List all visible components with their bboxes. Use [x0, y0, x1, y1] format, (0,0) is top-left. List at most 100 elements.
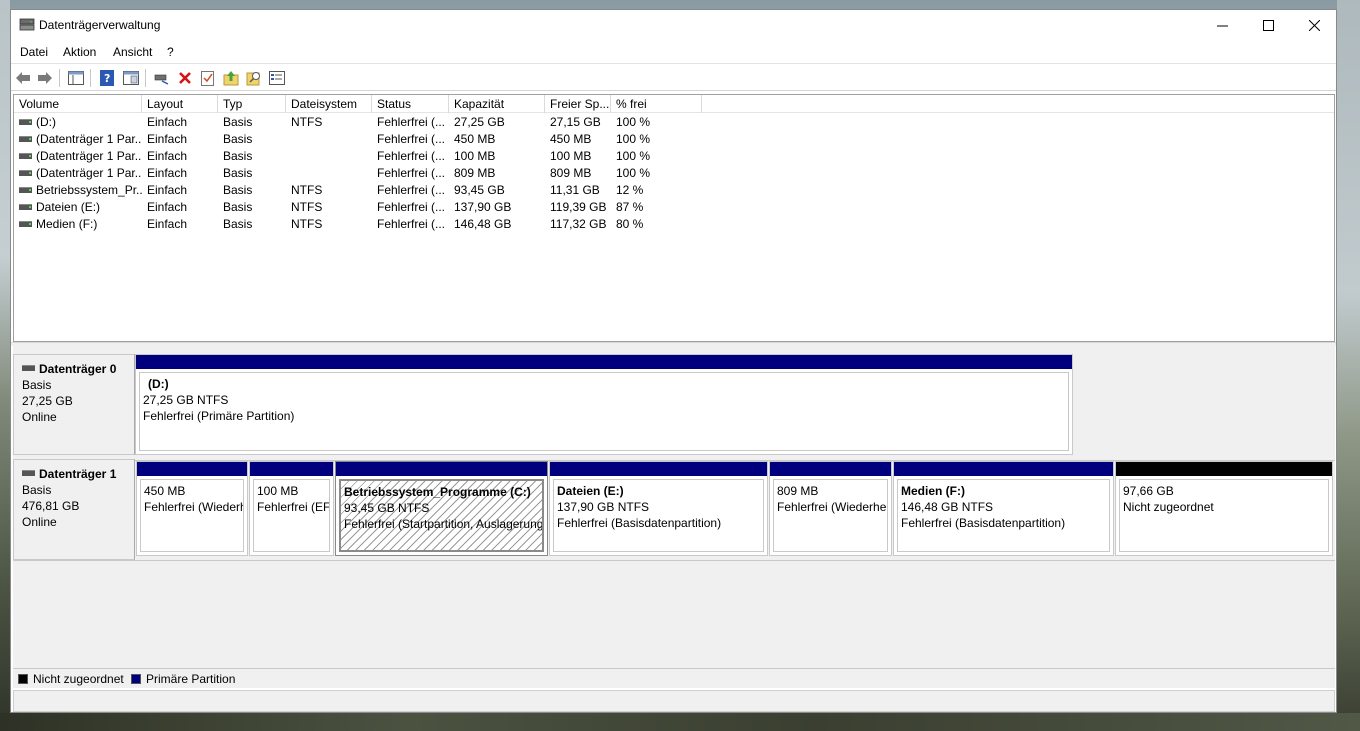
partition-recovery-450mb[interactable]: 450 MB Fehlerfrei (Wiederh [136, 461, 248, 556]
column-header-freier-speicher[interactable]: Freier Sp... [545, 95, 611, 113]
menu-help[interactable]: ? [167, 45, 174, 59]
column-header-status[interactable]: Status [372, 95, 449, 113]
forward-arrow-icon [38, 72, 52, 84]
partition-unallocated[interactable]: 97,66 GB Nicht zugeordnet [1115, 461, 1333, 556]
fs-cell: NTFS [291, 217, 323, 231]
volume-icon [19, 220, 32, 227]
partition-size: 146,48 GB NTFS [901, 500, 994, 514]
disk-size: 476,81 GB [22, 499, 80, 513]
properties-icon [269, 71, 285, 85]
volume-row[interactable]: Medien (F:) Einfach Basis NTFS Fehlerfre… [14, 216, 714, 233]
partition-size: 137,90 GB NTFS [557, 500, 650, 514]
partition-recovery-809mb[interactable]: 809 MB Fehlerfrei (Wiederhe [769, 461, 892, 556]
partition-d[interactable]: (D:) 27,25 GB NTFS Fehlerfrei (Primäre P… [135, 354, 1073, 455]
partition-efi-100mb[interactable]: 100 MB Fehlerfrei (EFI [249, 461, 334, 556]
status-bar [13, 690, 1335, 712]
column-header-typ[interactable]: Typ [218, 95, 286, 113]
menu-ansicht[interactable]: Ansicht [113, 45, 152, 59]
typ-cell: Basis [223, 132, 253, 146]
capacity-cell: 137,90 GB [454, 200, 512, 214]
partition-color-bar [1116, 462, 1332, 476]
volume-icon [19, 186, 32, 193]
minimize-icon [1216, 25, 1228, 27]
free-space-cell: 11,31 GB [550, 183, 600, 197]
volume-row[interactable]: (D:) Einfach Basis NTFS Fehlerfrei (... … [14, 114, 714, 131]
delete-button[interactable] [176, 69, 194, 87]
search-button[interactable] [245, 69, 263, 87]
partition-color-bar [336, 462, 547, 476]
volume-icon [19, 169, 32, 176]
toolbar-separator [90, 69, 91, 87]
help-button[interactable]: ? [98, 69, 116, 87]
column-header-kapazitaet[interactable]: Kapazität [449, 95, 545, 113]
partition-title: (D:) [148, 377, 169, 391]
partition-status: Nicht zugeordnet [1123, 500, 1214, 514]
menu-datei[interactable]: Datei [20, 45, 48, 59]
delete-icon [179, 72, 191, 84]
volume-name: Dateien (E:) [36, 200, 101, 214]
legend: Nicht zugeordnet Primäre Partition [13, 668, 1335, 688]
back-button[interactable] [14, 69, 32, 87]
volume-name: (D:) [36, 115, 56, 129]
percent-free-cell: 100 % [616, 115, 651, 129]
partition-title: Betriebssystem_Programme (C:) [344, 485, 531, 499]
menu-bar: Datei Aktion Ansicht ? [11, 41, 1336, 63]
disk-1-header[interactable]: Datenträger 1 Basis 476,81 GB Online [13, 459, 135, 560]
volume-row[interactable]: (Datenträger 1 Par... Einfach Basis Fehl… [14, 165, 714, 182]
view-pane-button[interactable] [122, 69, 140, 87]
close-button[interactable] [1291, 10, 1336, 41]
partition-c-system[interactable]: Betriebssystem_Programme (C:) 93,45 GB N… [335, 461, 548, 556]
maximize-button[interactable] [1245, 10, 1291, 41]
properties-button[interactable] [268, 69, 286, 87]
desktop-background-left [0, 0, 10, 731]
check-button[interactable] [199, 69, 217, 87]
layout-cell: Einfach [147, 217, 188, 231]
minimize-button[interactable] [1199, 10, 1245, 41]
volume-name: (Datenträger 1 Par... [36, 166, 142, 180]
title-bar[interactable]: Datenträgerverwaltung [11, 10, 1336, 41]
disk-divider [13, 560, 1335, 561]
column-header-dateisystem[interactable]: Dateisystem [286, 95, 372, 113]
volume-row[interactable]: (Datenträger 1 Par... Einfach Basis Fehl… [14, 148, 714, 165]
disk-management-window: Datenträgerverwaltung Datei Aktion Ansic… [10, 9, 1337, 713]
column-header-volume[interactable]: Volume [14, 95, 142, 113]
partition-color-bar [136, 355, 1072, 369]
fs-cell: NTFS [291, 183, 323, 197]
fs-cell [286, 131, 372, 148]
partition-size: 450 MB [144, 484, 186, 498]
partition-size: 27,25 GB NTFS [143, 393, 229, 407]
folder-up-button[interactable] [222, 69, 240, 87]
column-header-layout[interactable]: Layout [142, 95, 218, 113]
layout-cell: Einfach [147, 132, 188, 146]
typ-cell: Basis [223, 166, 253, 180]
column-header-prozent-frei[interactable]: % frei [611, 95, 702, 113]
typ-cell: Basis [223, 183, 253, 197]
capacity-cell: 100 MB [454, 149, 496, 163]
help-icon: ? [100, 70, 114, 86]
volume-row[interactable]: (Datenträger 1 Par... Einfach Basis Fehl… [14, 131, 714, 148]
properties-grid-button[interactable] [67, 69, 85, 87]
partition-title: Medien (F:) [901, 484, 965, 498]
partition-size: 809 MB [777, 484, 819, 498]
layout-cell: Einfach [147, 115, 188, 129]
forward-button[interactable] [36, 69, 54, 87]
volume-icon [19, 152, 32, 159]
disk-0-header[interactable]: Datenträger 0 Basis 27,25 GB Online [13, 354, 135, 455]
partition-f-medien[interactable]: Medien (F:) 146,48 GB NTFS Fehlerfrei (B… [893, 461, 1114, 556]
toolbar-separator [145, 69, 146, 87]
percent-free-cell: 12 % [616, 183, 644, 197]
volume-row[interactable]: Dateien (E:) Einfach Basis NTFS Fehlerfr… [14, 199, 714, 216]
search-icon [246, 72, 260, 86]
partition-e-dateien[interactable]: Dateien (E:) 137,90 GB NTFS Fehlerfrei (… [549, 461, 768, 556]
percent-free-cell: 100 % [616, 149, 651, 163]
volume-row[interactable]: Betriebssystem_Pr... Einfach Basis NTFS … [14, 182, 714, 199]
disk-type: Basis [22, 378, 52, 392]
partition-status: Fehlerfrei (Startpartition, Auslagerung [344, 517, 544, 531]
free-space-cell: 450 MB [550, 132, 592, 146]
toolbar-separator [59, 69, 60, 87]
menu-aktion[interactable]: Aktion [63, 45, 96, 59]
volume-icon [19, 135, 32, 142]
connect-button[interactable] [153, 69, 171, 87]
partition-status: Fehlerfrei (EFI [257, 500, 330, 514]
partition-color-bar [250, 462, 333, 476]
